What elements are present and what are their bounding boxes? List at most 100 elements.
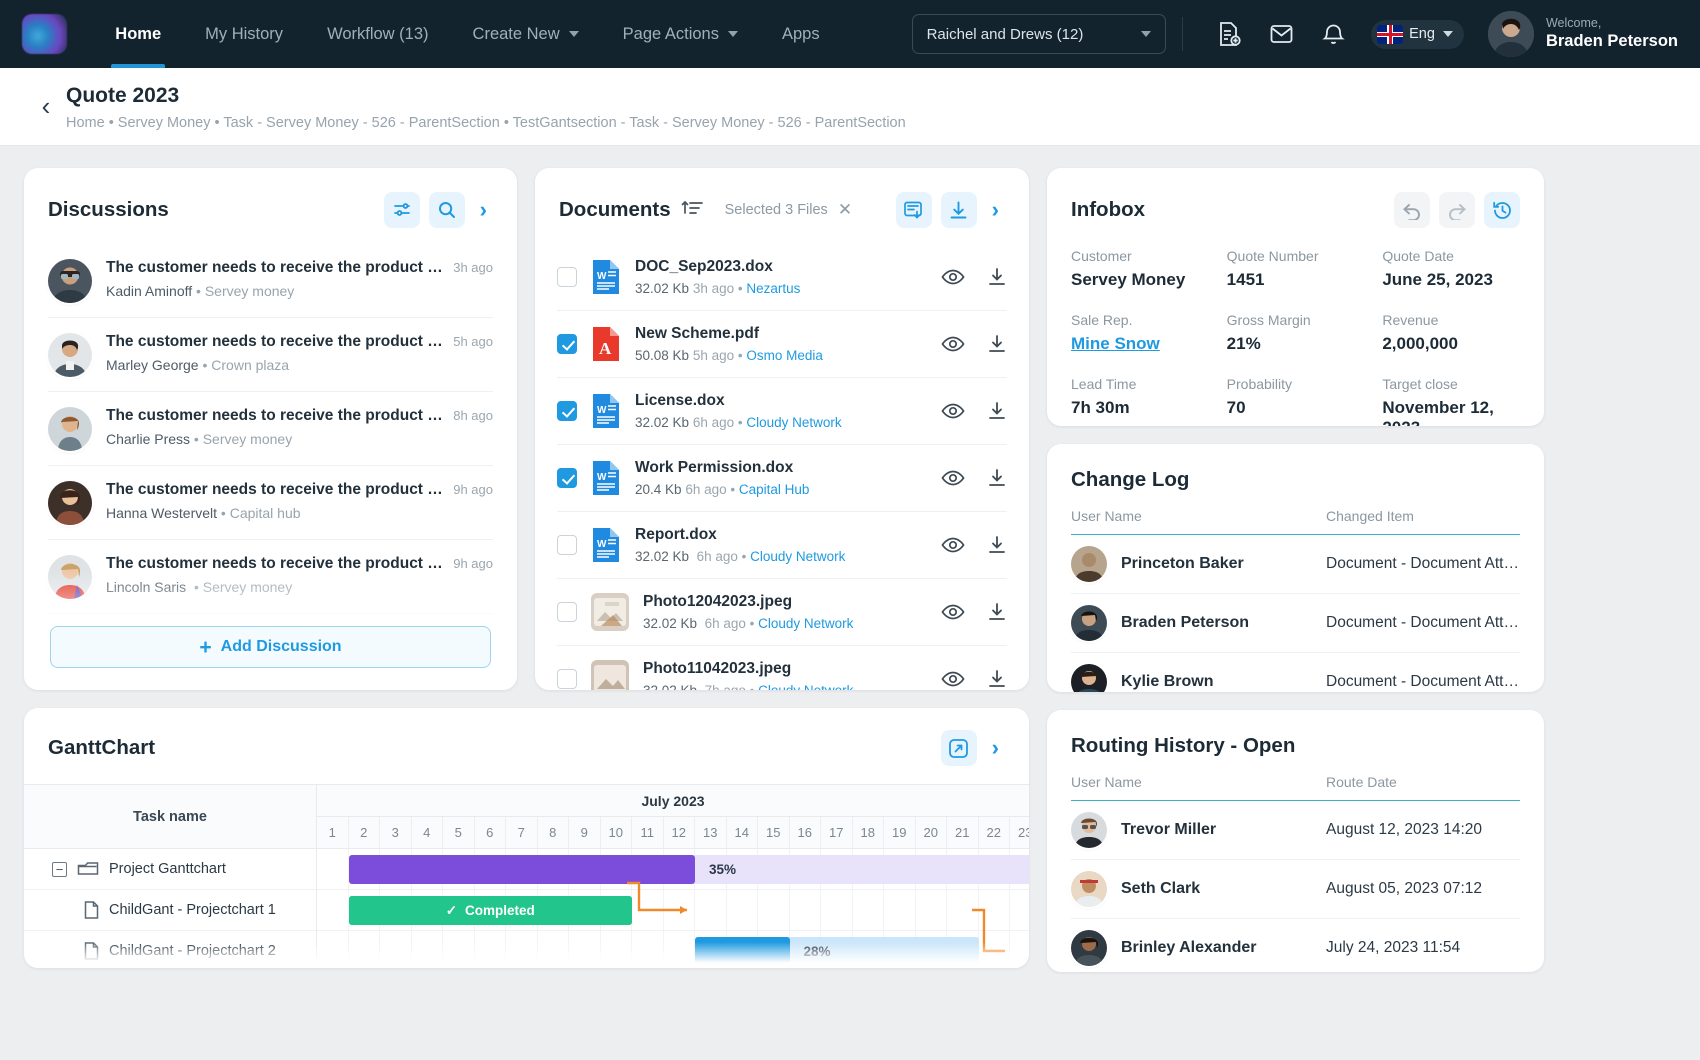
routing-history-panel: Routing History - Open User Name Route D… <box>1047 710 1544 972</box>
eye-icon[interactable] <box>941 670 965 688</box>
mail-icon[interactable] <box>1259 12 1303 56</box>
download-icon[interactable] <box>987 401 1007 421</box>
document-actions <box>929 468 1007 488</box>
document-checkbox[interactable] <box>557 267 577 287</box>
eye-icon[interactable] <box>941 335 965 353</box>
document-checkbox[interactable] <box>557 535 577 555</box>
download-icon[interactable] <box>987 334 1007 354</box>
download-icon[interactable] <box>987 669 1007 689</box>
eye-icon[interactable] <box>941 536 965 554</box>
table-row[interactable]: Braden Peterson Document - Document Atta… <box>1071 594 1520 653</box>
add-discussion-button[interactable]: + Add Discussion <box>50 626 491 668</box>
history-icon[interactable] <box>1484 192 1520 228</box>
undo-icon[interactable] <box>1394 192 1430 228</box>
sort-icon[interactable] <box>681 199 703 222</box>
document-source[interactable]: Osmo Media <box>746 348 823 363</box>
language-selector[interactable]: Eng <box>1371 20 1464 49</box>
document-checkbox[interactable] <box>557 669 577 689</box>
gantt-bar[interactable]: 28% <box>695 937 979 966</box>
download-icon[interactable] <box>987 602 1007 622</box>
eye-icon[interactable] <box>941 469 965 487</box>
gantt-cell <box>475 931 507 968</box>
gantt-bar[interactable]: ✓Completed <box>349 896 633 925</box>
document-source[interactable]: Nezartus <box>746 281 800 296</box>
gantt-day-cell: 21 <box>947 817 979 848</box>
gantt-bar[interactable]: 35% <box>349 855 1030 884</box>
table-row[interactable]: Kylie Brown Document - Document Atta... <box>1071 653 1520 692</box>
download-icon[interactable] <box>987 267 1007 287</box>
nav-link-my-history[interactable]: My History <box>183 0 305 68</box>
document-source[interactable]: Capital Hub <box>739 482 810 497</box>
document-source[interactable]: Cloudy Network <box>758 616 853 631</box>
table-row[interactable]: Seth Clark August 05, 2023 07:12 <box>1071 860 1520 919</box>
document-source[interactable]: Cloudy Network <box>758 683 853 690</box>
gantt-month-label: July 2023 <box>317 785 1029 817</box>
list-item[interactable]: W Work Permission.dox 20.4 Kb 6h ago • C… <box>557 445 1007 512</box>
selected-files-indicator: Selected 3 Files ✕ <box>725 200 852 220</box>
list-item[interactable]: W DOC_Sep2023.dox 32.02 Kb 3h ago • Neza… <box>557 244 1007 311</box>
discussions-expand-chevron[interactable]: › <box>474 197 493 223</box>
document-source[interactable]: Cloudy Network <box>746 415 841 430</box>
list-item[interactable]: Photo11042023.jpeg 32.02 Kb 7h ago • Clo… <box>557 646 1007 690</box>
gantt-task-row-child[interactable]: ChildGant - Projectchart 2 <box>24 931 316 968</box>
gantt-cell <box>790 890 822 930</box>
back-button[interactable]: ‹ <box>26 91 66 122</box>
eye-icon[interactable] <box>941 268 965 286</box>
eye-icon[interactable] <box>941 402 965 420</box>
app-logo[interactable] <box>22 14 67 54</box>
gantt-task-row-parent[interactable]: − Project Ganttchart <box>24 849 316 890</box>
table-row[interactable]: Trevor Miller August 12, 2023 14:20 <box>1071 801 1520 860</box>
nav-link-apps[interactable]: Apps <box>760 0 842 68</box>
nav-link-workflow[interactable]: Workflow (13) <box>305 0 450 68</box>
document-name: Report.dox <box>635 526 915 544</box>
add-to-list-icon[interactable] <box>896 192 932 228</box>
nav-link-create-new[interactable]: Create New <box>451 0 601 68</box>
chevron-down-icon <box>569 31 579 37</box>
list-item[interactable]: The customer needs to receive the produc… <box>48 244 493 318</box>
table-row[interactable]: Princeton Baker Document - Document Atta… <box>1071 535 1520 594</box>
gantt-expand-chevron[interactable]: › <box>986 735 1005 761</box>
svg-text:W: W <box>597 405 607 416</box>
discussion-text: The customer needs to receive the produc… <box>106 333 443 351</box>
list-item[interactable]: W License.dox 32.02 Kb 6h ago • Cloudy N… <box>557 378 1007 445</box>
documents-expand-chevron[interactable]: › <box>986 197 1005 223</box>
document-checkbox[interactable] <box>557 401 577 421</box>
document-checkbox[interactable] <box>557 468 577 488</box>
gantt-task-row-child[interactable]: ChildGant - Projectchart 1 <box>24 890 316 931</box>
eye-icon[interactable] <box>941 603 965 621</box>
redo-icon[interactable] <box>1439 192 1475 228</box>
documents-panel: Documents Selected 3 Files ✕ <box>535 168 1029 690</box>
list-item[interactable]: W Report.dox 32.02 Kb 6h ago • Cloudy Ne… <box>557 512 1007 579</box>
organization-select[interactable]: Raichel and Drews (12) <box>912 14 1167 54</box>
discussions-header-actions: › <box>384 192 493 228</box>
list-item[interactable]: The customer needs to receive the produc… <box>48 318 493 392</box>
infobox-header: Infobox <box>1047 168 1544 244</box>
download-icon[interactable] <box>987 535 1007 555</box>
discussion-body: The customer needs to receive the produc… <box>106 407 493 447</box>
filter-icon[interactable] <box>384 192 420 228</box>
table-row[interactable]: Brinley Alexander July 24, 2023 11:54 <box>1071 919 1520 972</box>
download-icon[interactable] <box>941 192 977 228</box>
field-value-link[interactable]: Mine Snow <box>1071 334 1209 354</box>
discussion-user: Lincoln Saris <box>106 579 186 595</box>
discussion-org: Servey money <box>203 431 292 447</box>
list-item[interactable]: A New Scheme.pdf 50.08 Kb 5h ago • Osmo … <box>557 311 1007 378</box>
search-icon[interactable] <box>429 192 465 228</box>
document-checkbox[interactable] <box>557 334 577 354</box>
list-item[interactable]: The customer needs to receive the produc… <box>48 466 493 540</box>
fullscreen-icon[interactable] <box>941 730 977 766</box>
document-checkbox[interactable] <box>557 602 577 622</box>
list-item[interactable]: The customer needs to receive the produc… <box>48 540 493 614</box>
document-source[interactable]: Cloudy Network <box>750 549 845 564</box>
list-item[interactable]: Photo12042023.jpeg 32.02 Kb 6h ago • Clo… <box>557 579 1007 646</box>
new-document-icon[interactable] <box>1207 12 1251 56</box>
list-item[interactable]: The customer needs to receive the produc… <box>48 392 493 466</box>
nav-link-page-actions[interactable]: Page Actions <box>601 0 760 68</box>
collapse-icon[interactable]: − <box>52 862 67 877</box>
discussion-top: The customer needs to receive the produc… <box>106 481 493 499</box>
close-icon[interactable]: ✕ <box>838 200 852 220</box>
user-profile[interactable]: Welcome, Braden Peterson <box>1488 11 1678 57</box>
nav-link-home[interactable]: Home <box>93 0 183 68</box>
bell-icon[interactable] <box>1311 12 1355 56</box>
download-icon[interactable] <box>987 468 1007 488</box>
